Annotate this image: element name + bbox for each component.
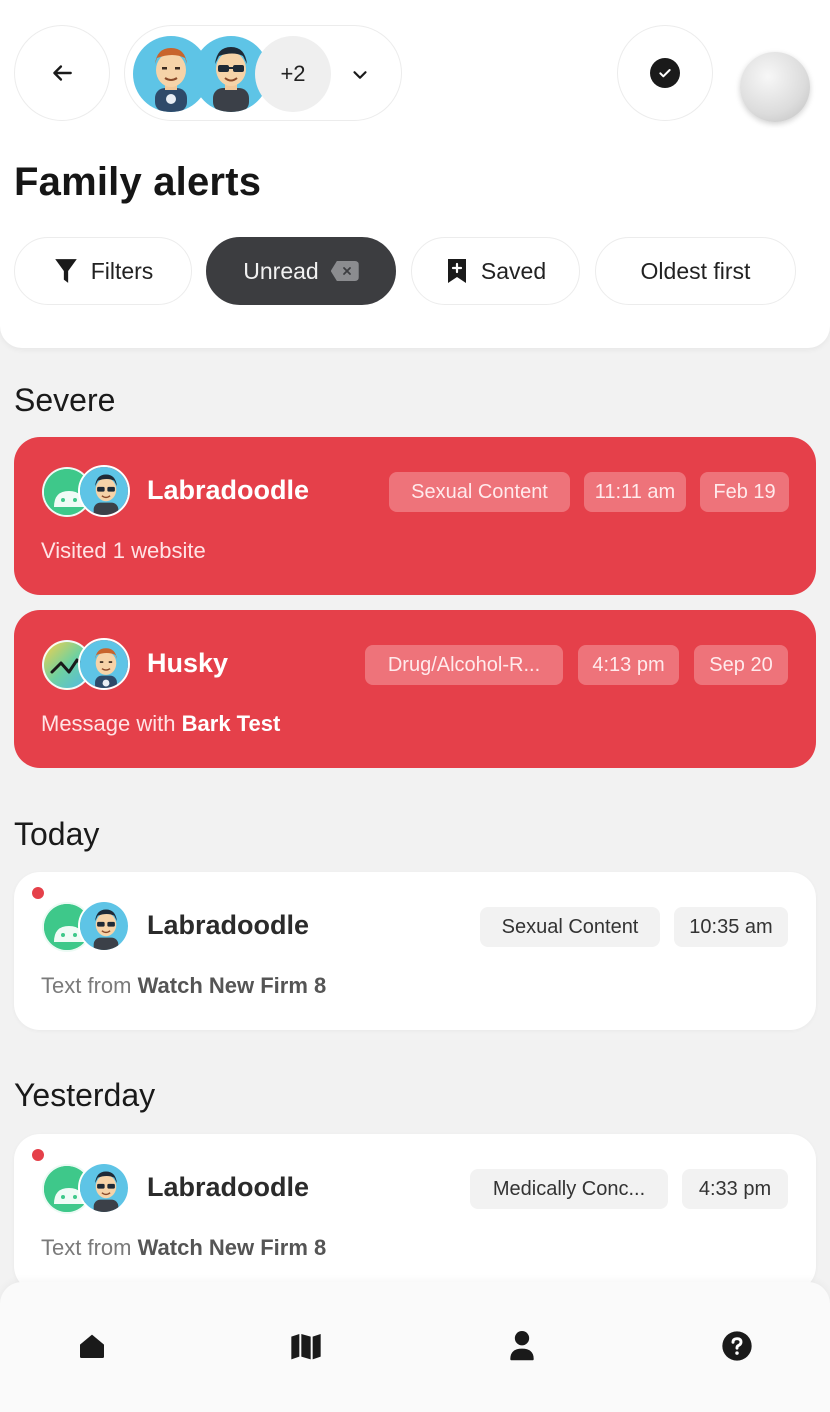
child-name: Labradoodle (147, 1172, 310, 1202)
alert-subtitle: Text from Watch New Firm 8 (41, 1235, 326, 1261)
unread-chip[interactable]: Unread (206, 237, 396, 305)
check-circle-icon (650, 58, 680, 88)
subtitle-prefix: Text from (41, 973, 132, 998)
child-avatar (78, 638, 130, 690)
child-avatar (78, 900, 130, 952)
subtitle-prefix: Message with (41, 711, 176, 736)
unread-indicator (32, 1149, 44, 1161)
map-icon (291, 1334, 321, 1360)
clear-icon[interactable] (330, 261, 359, 281)
alert-subtitle: Message with Bark Test (41, 711, 280, 737)
sort-oldest-chip[interactable]: Oldest first (595, 237, 796, 305)
section-title-today: Today (14, 816, 100, 852)
category-tag: Drug/Alcohol-R... (365, 645, 563, 685)
section-title-yesterday: Yesterday (14, 1077, 156, 1113)
subtitle-source: Watch New Firm 8 (137, 1235, 327, 1260)
help-icon (722, 1331, 752, 1361)
subtitle-source: Watch New Firm 8 (137, 973, 327, 998)
person-icon (510, 1331, 534, 1361)
bottom-nav (0, 1282, 830, 1412)
nav-map[interactable] (276, 1326, 336, 1366)
saved-chip[interactable]: Saved (411, 237, 580, 305)
filters-label: Filters (90, 257, 154, 284)
saved-label: Saved (480, 257, 547, 284)
category-tag: Medically Conc... (470, 1169, 668, 1209)
alert-avatars (42, 465, 132, 519)
unread-indicator (32, 887, 44, 899)
arrow-left-icon (53, 65, 72, 81)
category-tag: Sexual Content (389, 472, 570, 512)
back-button[interactable] (14, 25, 110, 121)
child-avatar (78, 465, 130, 517)
alert-card[interactable]: Husky Drug/Alcohol-R... 4:13 pm Sep 20 M… (14, 610, 816, 768)
child-avatar (78, 1162, 130, 1214)
mark-all-read-button[interactable] (617, 25, 713, 121)
date-tag: Sep 20 (694, 645, 788, 685)
alert-subtitle: Visited 1 website (41, 538, 206, 563)
child-name: Labradoodle (147, 910, 310, 940)
header-panel: +2 Family alerts Filters Unread Saved Ol… (0, 0, 830, 348)
bookmark-plus-icon (447, 259, 466, 283)
chevron-down-icon (353, 71, 367, 79)
alert-card[interactable]: Labradoodle Medically Conc... 4:33 pm Te… (14, 1134, 816, 1292)
more-profiles-count: +2 (255, 36, 331, 112)
unread-label: Unread (243, 257, 319, 284)
nav-profile[interactable] (492, 1326, 552, 1366)
subtitle-prefix: Text from (41, 1235, 132, 1260)
date-tag: Feb 19 (700, 472, 789, 512)
filter-icon (54, 259, 77, 283)
sort-label: Oldest first (640, 257, 751, 284)
filters-chip[interactable]: Filters (14, 237, 192, 305)
section-title-severe: Severe (14, 382, 116, 418)
nav-help[interactable] (707, 1326, 767, 1366)
time-tag: 11:11 am (584, 472, 686, 512)
time-tag: 4:13 pm (578, 645, 679, 685)
subtitle-source: Bark Test (181, 711, 281, 736)
alert-avatars (42, 900, 132, 954)
alert-avatars (42, 1162, 132, 1216)
alert-avatars (42, 638, 132, 692)
time-tag: 10:35 am (674, 907, 788, 947)
alert-card[interactable]: Labradoodle Sexual Content 11:11 am Feb … (14, 437, 816, 595)
page-title: Family alerts (14, 160, 262, 204)
home-icon (80, 1334, 104, 1358)
nav-home[interactable] (62, 1326, 122, 1366)
category-tag: Sexual Content (480, 907, 660, 947)
child-name: Husky (147, 648, 229, 678)
account-avatar[interactable] (740, 52, 810, 122)
child-name: Labradoodle (147, 475, 310, 505)
profile-switcher[interactable]: +2 (124, 25, 402, 121)
alert-subtitle: Text from Watch New Firm 8 (41, 973, 326, 999)
alert-card[interactable]: Labradoodle Sexual Content 10:35 am Text… (14, 872, 816, 1030)
time-tag: 4:33 pm (682, 1169, 788, 1209)
